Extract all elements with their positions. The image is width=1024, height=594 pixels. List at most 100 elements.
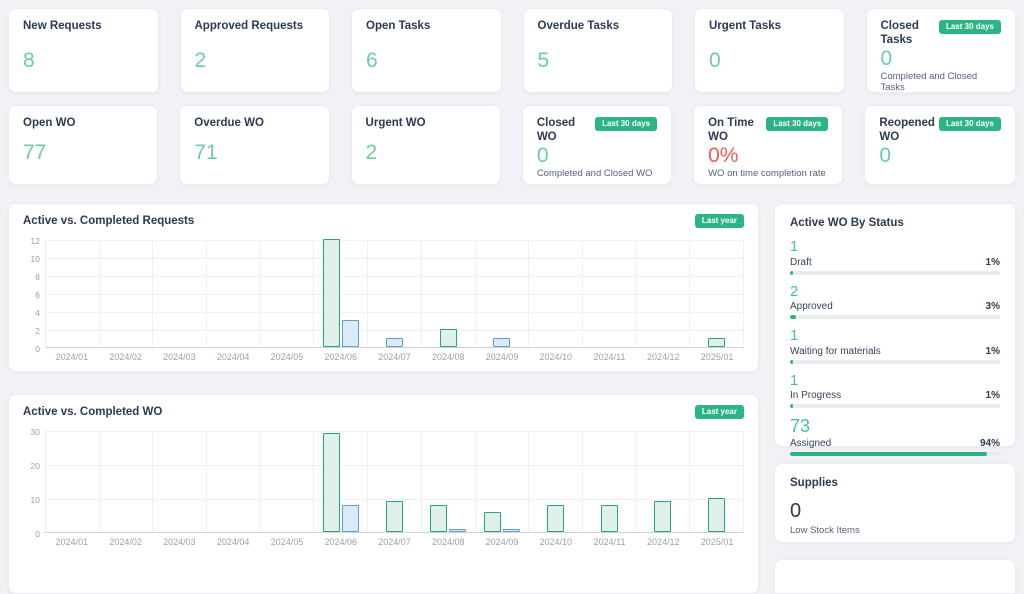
kpi-card-on-time-wo[interactable]: On Time WOLast 30 days0%WO on time compl… <box>693 105 843 185</box>
kpi-card-urgent-wo[interactable]: Urgent WO2 <box>351 105 501 185</box>
x-axis-tick-label: 2024/07 <box>368 352 422 362</box>
chart-category-2024-05 <box>261 431 315 532</box>
x-axis-labels: 2024/012024/022024/032024/042024/052024/… <box>45 537 744 547</box>
chart-category-2024-08 <box>422 240 476 347</box>
kpi-title: Overdue WO <box>194 117 264 131</box>
status-progress-fill <box>790 452 987 456</box>
chart-category-2024-07 <box>368 240 422 347</box>
kpi-card-overdue-wo[interactable]: Overdue WO71 <box>179 105 329 185</box>
status-item-assigned[interactable]: 73Assigned94% <box>790 417 1000 456</box>
kpi-title: Urgent WO <box>366 117 426 131</box>
bar-completed-2024-09[interactable] <box>493 338 510 347</box>
y-axis-tick-label: 2 <box>35 327 40 336</box>
status-label: In Progress <box>790 390 841 401</box>
x-axis-tick-label: 2024/11 <box>583 352 637 362</box>
bar-active-2024-07[interactable] <box>386 501 403 532</box>
kpi-title: Closed WO <box>537 117 591 145</box>
status-item-waiting-for-materials[interactable]: 1Waiting for materials1% <box>790 328 1000 364</box>
status-percent: 3% <box>986 301 1000 312</box>
status-percent: 1% <box>986 346 1000 357</box>
supplies-subtext: Low Stock Items <box>790 525 1000 536</box>
bar-completed-2024-07[interactable] <box>386 338 403 347</box>
chart-category-2024-04 <box>207 431 261 532</box>
x-axis-tick-label: 2024/04 <box>206 352 260 362</box>
status-progress-fill <box>790 271 793 275</box>
status-label: Draft <box>790 257 812 268</box>
bar-active-2024-06[interactable] <box>323 433 340 532</box>
kpi-value: 0 <box>879 145 1001 166</box>
status-item-approved[interactable]: 2Approved 3% <box>790 284 1000 320</box>
chart-card-requests: Active vs. Completed RequestsLast year02… <box>8 203 759 372</box>
chart-body: 0246810122024/012024/022024/032024/04202… <box>19 240 744 362</box>
partial-card <box>774 559 1016 594</box>
bar-active-2024-10[interactable] <box>547 505 564 532</box>
kpi-title: Closed Tasks <box>881 20 935 48</box>
chart-range-badge: Last year <box>695 214 744 228</box>
kpi-title: On Time WO <box>708 117 762 145</box>
y-axis-tick-label: 20 <box>31 462 40 471</box>
x-axis-tick-label: 2024/04 <box>206 537 260 547</box>
kpi-value: 0 <box>709 50 830 71</box>
status-item-in-progress[interactable]: 1In Progress1% <box>790 373 1000 409</box>
x-axis-tick-label: 2024/07 <box>368 537 422 547</box>
kpi-card-reopened-wo[interactable]: Reopened WOLast 30 days0 <box>864 105 1016 185</box>
kpi-card-urgent-tasks[interactable]: Urgent Tasks0 <box>694 8 845 93</box>
kpi-value: 5 <box>538 50 659 71</box>
bar-active-2024-06[interactable] <box>323 239 340 347</box>
x-axis-tick-label: 2024/01 <box>45 537 99 547</box>
status-count: 73 <box>790 417 1000 437</box>
kpi-card-new-requests[interactable]: New Requests 8 <box>8 8 159 93</box>
status-percent: 1% <box>986 257 1000 268</box>
bar-active-2025-01[interactable] <box>708 338 725 347</box>
bar-active-2025-01[interactable] <box>708 498 725 532</box>
chart-range-badge: Last year <box>695 405 744 419</box>
status-item-draft[interactable]: 1Draft 1% <box>790 239 1000 275</box>
bar-active-2024-08[interactable] <box>440 329 457 347</box>
status-list: 1Draft 1% 2Approved 3% 1Waiting for material… <box>790 239 1000 456</box>
y-axis-tick-label: 0 <box>35 530 40 539</box>
y-axis-tick-label: 8 <box>35 273 40 282</box>
kpi-value: 77 <box>23 142 143 163</box>
y-axis-tick-label: 4 <box>35 309 40 318</box>
bar-active-2024-12[interactable] <box>654 501 671 532</box>
kpi-card-closed-tasks[interactable]: Closed TasksLast 30 days0Completed and C… <box>866 8 1017 93</box>
kpi-card-approved-requests[interactable]: Approved Requests2 <box>180 8 331 93</box>
kpi-card-closed-wo[interactable]: Closed WOLast 30 days0Completed and Clos… <box>522 105 672 185</box>
kpi-value: 0 <box>537 145 657 166</box>
y-axis: 024681012 <box>19 240 45 348</box>
bar-active-2024-11[interactable] <box>601 505 618 532</box>
chart-category-2024-08 <box>422 431 476 532</box>
bar-completed-2024-09[interactable] <box>503 529 520 532</box>
bar-completed-2024-08[interactable] <box>449 529 466 532</box>
status-progress-track <box>790 271 1000 275</box>
chart-body: 01020302024/012024/022024/032024/042024/… <box>19 431 744 547</box>
kpi-card-header: Urgent WO <box>366 117 486 131</box>
chart-category-2024-04 <box>207 240 261 347</box>
dashboard-page: New Requests 8 Approved Requests2Open Task… <box>0 0 1024 594</box>
status-progress-track <box>790 360 1000 364</box>
kpi-card-open-wo[interactable]: Open WO77 <box>8 105 158 185</box>
sidebar-column: Active WO By Status 1Draft1%2Approved3%1… <box>774 203 1016 594</box>
bar-active-2024-08[interactable] <box>430 505 447 532</box>
status-count: 2 <box>790 284 1000 301</box>
kpi-card-open-tasks[interactable]: Open Tasks6 <box>351 8 502 93</box>
supplies-card: Supplies 0 Low Stock Items <box>774 463 1016 543</box>
status-label-row: Approved 3% <box>790 301 1000 312</box>
kpi-badge: Last 30 days <box>939 20 1001 34</box>
chart-category-2024-06 <box>314 431 368 532</box>
x-axis-tick-label: 2024/05 <box>260 537 314 547</box>
status-count: 1 <box>790 239 1000 256</box>
bar-completed-2024-06[interactable] <box>342 320 359 347</box>
x-axis-tick-label: 2024/10 <box>529 537 583 547</box>
chart-category-2024-06 <box>314 240 368 347</box>
bar-active-2024-09[interactable] <box>484 512 501 532</box>
status-label: Approved <box>790 301 833 312</box>
bar-completed-2024-06[interactable] <box>342 505 359 532</box>
y-axis-tick-label: 10 <box>31 255 40 264</box>
charts-column: Active vs. Completed RequestsLast year02… <box>8 203 759 594</box>
kpi-card-overdue-tasks[interactable]: Overdue Tasks5 <box>523 8 674 93</box>
kpi-value: 8 <box>23 50 144 71</box>
kpi-title: New Requests <box>23 20 102 34</box>
status-progress-fill <box>790 315 796 319</box>
kpi-card-header: Reopened WOLast 30 days <box>879 117 1001 145</box>
